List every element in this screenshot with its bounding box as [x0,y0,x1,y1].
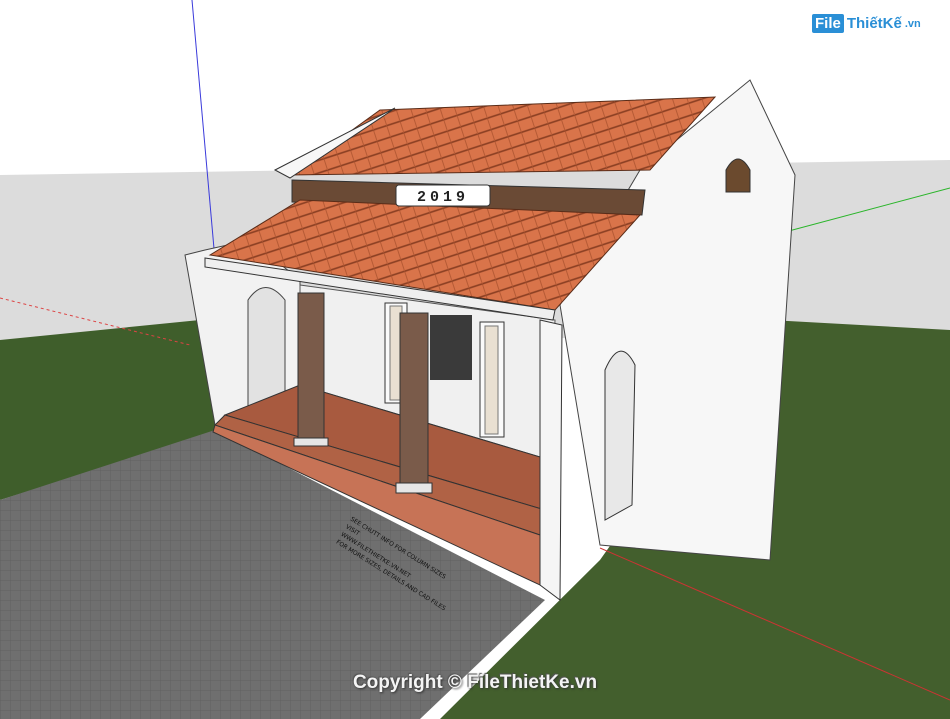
couplet-strip-right [484,325,499,435]
front-pier [539,319,563,601]
copyright-watermark: Copyright © FileThietKe.vn [352,672,598,693]
year-plaque-text: 2019 [417,189,469,206]
column-left-base [293,437,329,447]
site-logo: File ThiếtKế .vn [812,14,921,33]
logo-box: File [812,14,844,33]
column-left [297,292,325,444]
inner-doorway [430,315,472,380]
arched-window [725,158,751,193]
column-right-base [395,482,433,494]
logo-domain: .vn [904,17,921,30]
column-right [399,312,429,491]
arched-doorway [604,350,636,521]
model-viewport: 2019 SEE CHUTT INFO FOR COLUMN SIZES VIS… [0,0,950,719]
logo-name: ThiếtKế [846,15,902,32]
